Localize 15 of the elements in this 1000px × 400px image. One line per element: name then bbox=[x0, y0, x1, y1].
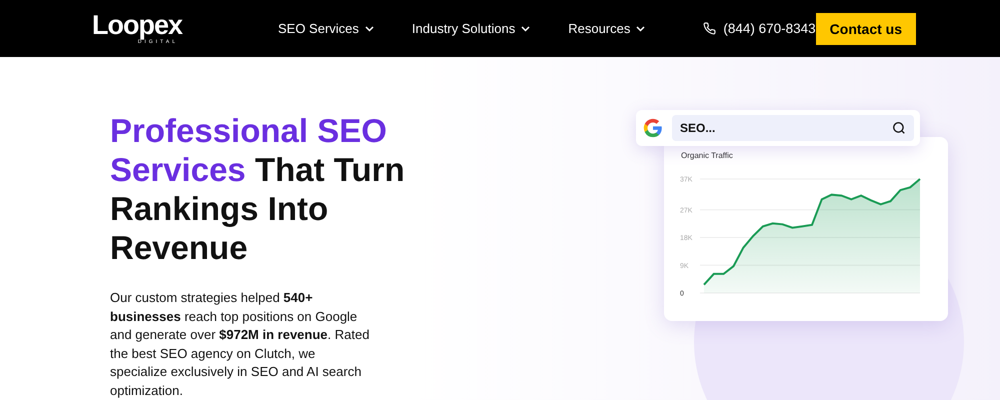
phone-icon bbox=[703, 22, 716, 35]
nav-menu-item[interactable]: Industry Solutions bbox=[412, 21, 530, 36]
chart-title: Organic Traffic bbox=[681, 151, 733, 160]
hero-description: Our custom strategies helped 540+ businesses reach top positions on Google and generate over $972M in revenue. Rated the best SEO agency on Clutch, we specialize exclusively in SEO and AI search optimization. bbox=[110, 289, 370, 400]
google-icon bbox=[642, 117, 664, 139]
chevron-down-icon bbox=[636, 26, 646, 32]
chevron-down-icon bbox=[521, 26, 530, 32]
nav-menu-item[interactable]: Resources bbox=[568, 21, 646, 36]
contact-button[interactable]: Contact us bbox=[816, 12, 916, 44]
search-field[interactable]: SEO... bbox=[672, 115, 914, 141]
phone-link[interactable]: (844) 670-8343 bbox=[703, 21, 816, 36]
hero-heading: Professional SEO Services That Turn Rankings Into Revenue bbox=[110, 111, 406, 267]
chevron-down-icon bbox=[364, 26, 374, 32]
search-icon bbox=[892, 121, 906, 135]
nav-menu-item[interactable]: SEO Services bbox=[278, 21, 374, 36]
